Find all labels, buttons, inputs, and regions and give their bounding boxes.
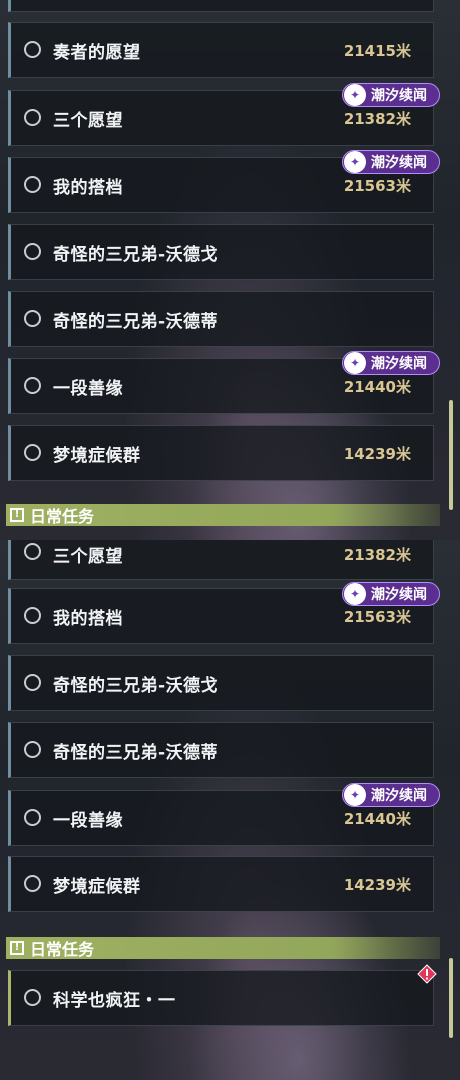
tag-label: 潮汐续闻 [371,356,427,372]
quest-name: 一段善缘 [53,810,123,831]
tide-swirl-icon: ✦ [344,352,366,374]
quest-name: 奏者的愿望 [53,42,141,63]
tide-tag-badge: ✦ 潮汐续闻 [342,582,440,606]
quest-card[interactable]: 奇怪的三兄弟-沃德戈 [8,655,434,711]
quest-name: 一段善缘 [53,378,123,399]
quest-name: 科学也疯狂・一 [53,990,176,1011]
quest-name: 奇怪的三兄弟-沃德戈 [53,675,219,696]
daily-quest-card[interactable]: 科学也疯狂・一 [8,970,434,1026]
radio-circle-icon[interactable] [24,989,41,1006]
quest-card[interactable]: 奇怪的三兄弟-沃德戈 [8,224,434,280]
quest-name: 三个愿望 [53,110,123,131]
radio-circle-icon[interactable] [24,444,41,461]
scrollbar-thumb[interactable] [449,400,453,510]
radio-circle-icon[interactable] [24,809,41,826]
quest-card[interactable]: 奇怪的三兄弟-沃德蒂 [8,291,434,347]
quest-card[interactable]: 奇怪的三兄弟-沃德蒂 [8,722,434,778]
quest-list-view-2: 三个愿望 21382米 我的搭档 21563米 ✦ 潮汐续闻 奇怪的三兄弟-沃德… [0,540,460,1080]
tide-tag-badge: ✦ 潮汐续闻 [342,83,440,107]
scrollbar-thumb[interactable] [449,958,453,1038]
daily-quest-section-header[interactable]: ! 日常任务 [6,937,440,959]
quest-name: 奇怪的三兄弟-沃德蒂 [53,742,219,763]
quest-card[interactable]: 三个愿望 21382米 [8,540,434,580]
radio-circle-icon[interactable] [24,41,41,58]
quest-distance: 21415米 [343,41,411,60]
radio-circle-icon[interactable] [24,176,41,193]
tag-label: 潮汐续闻 [371,788,427,804]
tide-tag-badge: ✦ 潮汐续闻 [342,150,440,174]
radio-circle-icon[interactable] [24,243,41,260]
diamond-warning-icon [417,964,437,984]
radio-circle-icon[interactable] [24,543,41,560]
radio-circle-icon[interactable] [24,109,41,126]
exclamation-box-icon: ! [10,941,24,955]
quest-name: 三个愿望 [53,546,123,567]
section-title: 日常任务 [30,507,95,526]
exclamation-box-icon: ! [10,508,24,522]
daily-quest-section-header[interactable]: ! 日常任务 [6,504,440,526]
quest-card-partial[interactable] [8,0,434,12]
tide-swirl-icon: ✦ [344,583,366,605]
radio-circle-icon[interactable] [24,607,41,624]
section-title: 日常任务 [30,940,95,959]
quest-list-view-1: 奏者的愿望 21415米 三个愿望 21382米 ✦ 潮汐续闻 我的搭档 215… [0,0,460,540]
radio-circle-icon[interactable] [24,741,41,758]
tag-label: 潮汐续闻 [371,587,427,603]
quest-card[interactable]: 梦境症候群 14239米 [8,856,434,912]
quest-name: 我的搭档 [53,608,123,629]
tide-tag-badge: ✦ 潮汐续闻 [342,783,440,807]
tide-swirl-icon: ✦ [344,84,366,106]
quest-name: 我的搭档 [53,177,123,198]
quest-distance: 21382米 [343,545,411,564]
quest-name: 梦境症候群 [53,876,141,897]
radio-circle-icon[interactable] [24,377,41,394]
quest-name: 奇怪的三兄弟-沃德戈 [53,244,219,265]
tag-label: 潮汐续闻 [371,155,427,171]
quest-distance: 14239米 [343,875,411,894]
tide-swirl-icon: ✦ [344,784,366,806]
tag-label: 潮汐续闻 [371,88,427,104]
radio-circle-icon[interactable] [24,875,41,892]
quest-name: 梦境症候群 [53,445,141,466]
radio-circle-icon[interactable] [24,310,41,327]
radio-circle-icon[interactable] [24,674,41,691]
quest-card[interactable]: 梦境症候群 14239米 [8,425,434,481]
quest-distance: 14239米 [343,444,411,463]
tide-tag-badge: ✦ 潮汐续闻 [342,351,440,375]
quest-name: 奇怪的三兄弟-沃德蒂 [53,311,219,332]
quest-card[interactable]: 奏者的愿望 21415米 [8,22,434,78]
tide-swirl-icon: ✦ [344,151,366,173]
